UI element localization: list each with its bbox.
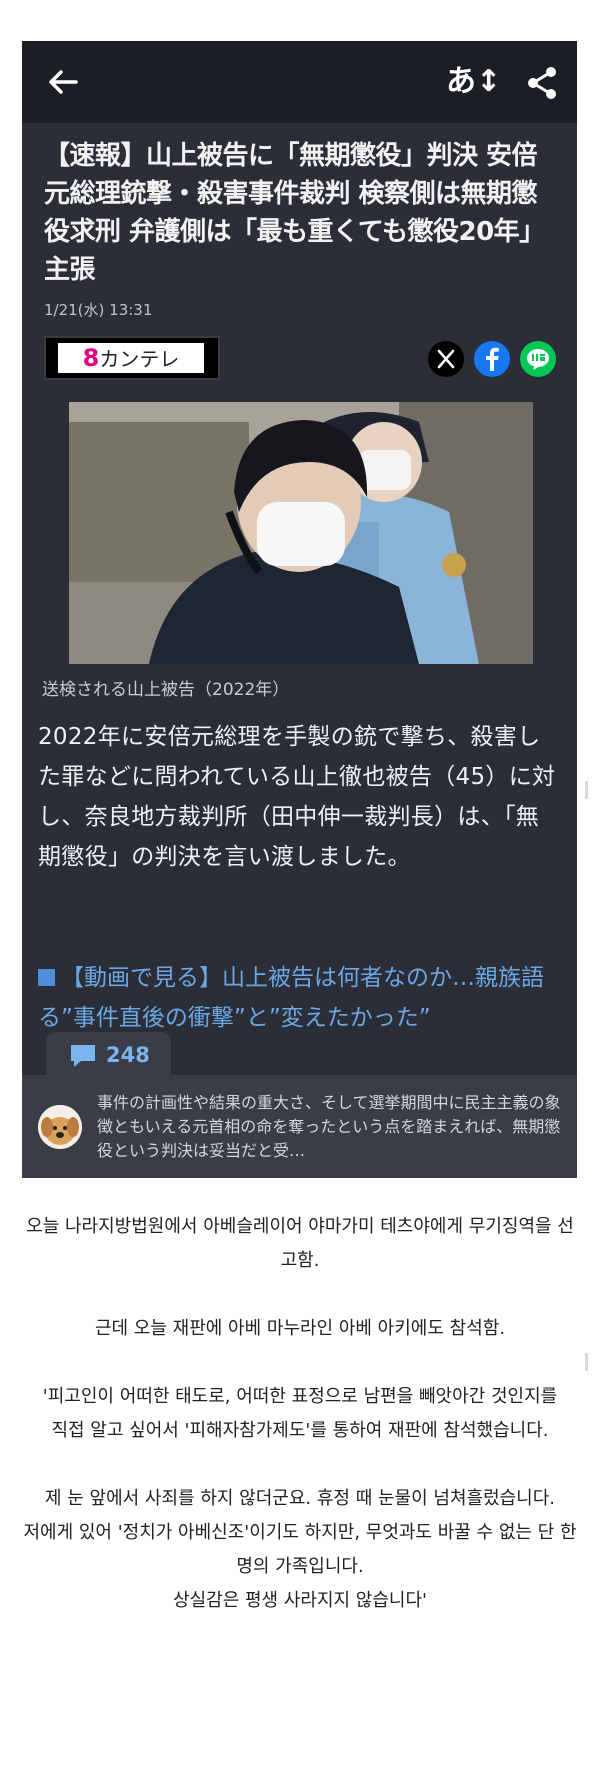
korean-paragraph: 근데 오늘 재판에 아베 마누라인 아베 아키에도 참석함. [94,1318,506,1339]
square-bullet-icon [38,969,55,986]
font-size-button[interactable]: あ↕ [446,61,502,103]
korean-quote-line: '피고인이 어떠한 태도로, 어떠한 표정으로 남편을 빼앗아간 것인지를 [42,1386,558,1407]
article-photo[interactable] [69,402,533,664]
scrollbar-mark [585,1353,588,1371]
comment-icon [71,1045,95,1067]
share-x-button[interactable] [428,341,464,377]
suspect-photo-image [69,402,533,664]
photo-caption: 送検される山上被告（2022年） [42,680,290,700]
share-line-button[interactable] [520,341,556,377]
article-timestamp: 1/21(水) 13:31 [44,301,153,319]
line-icon [527,349,549,370]
article-body: 2022年に安倍元総理を手製の銃で撃ち、殺害した罪などに問われている山上徹也被告… [38,724,556,870]
korean-commentary: 오늘 나라지방법원에서 아베슬레이어 야마가미 테츠야에게 무기징역을 선고함.… [20,1210,580,1618]
share-facebook-button[interactable] [474,341,510,377]
comment-preview-text: 事件の計画性や結果の重大さ、そして選挙期間中に民主主義の象徴ともいえる元首相の命… [97,1093,561,1160]
related-link-text: 【動画で見る】山上被告は何者なのか…親族語る”事件直後の衝撃”と”変えたかった” [38,965,544,1031]
source-logo-text: カンテレ [99,347,180,371]
korean-quote-line: 제 눈 앞에서 사죄를 하지 않더군요. 휴정 때 눈물이 넘쳐흘렀습니다. [44,1488,556,1509]
share-icon [528,67,556,99]
news-app-screenshot: あ↕ 【速報】山上被告に「無期懲役」判決 安倍元総理銃撃・殺害事件裁判 検察側は… [22,41,577,1178]
back-button[interactable] [42,61,84,103]
korean-quote-line: 상실감은 평생 사라지지 않습니다' [173,1590,427,1611]
comment-count-tab[interactable]: 248 [46,1032,171,1078]
avatar [38,1105,82,1149]
korean-quote-line: 저에게 있어 '정치가 아베신조'이기도 하지만, 무엇과도 바꿀 수 없는 단… [23,1522,577,1577]
x-icon [437,349,455,369]
korean-paragraph: 오늘 나라지방법원에서 아베슬레이어 야마가미 테츠야에게 무기징역을 선고함. [26,1216,574,1271]
facebook-icon [486,347,499,371]
comment-count: 248 [106,1043,150,1067]
source-logo-badge: 8カンテレ [58,343,204,373]
font-size-icon: あ↕ [446,64,502,99]
scrollbar-mark [585,781,588,799]
comment-preview-panel[interactable]: 事件の計画性や結果の重大さ、そして選挙期間中に民主主義の象徴ともいえる元首相の命… [22,1075,577,1178]
source-logo[interactable]: 8カンテレ [44,336,220,380]
dog-avatar-image [38,1105,82,1149]
korean-quote-line: 직접 알고 싶어서 '피해자참가제도'를 통하여 재판에 참석했습니다. [51,1420,549,1441]
share-button[interactable] [522,63,562,103]
source-logo-number: 8 [82,344,100,372]
app-top-bar: あ↕ [22,41,577,123]
related-video-link[interactable]: 【動画で見る】山上被告は何者なのか…親族語る”事件直後の衝撃”と”変えたかった” [38,958,568,1038]
back-arrow-icon [49,70,78,94]
article-headline: 【速報】山上被告に「無期懲役」判決 安倍元総理銃撃・殺害事件裁判 検察側は無期懲… [44,141,545,285]
